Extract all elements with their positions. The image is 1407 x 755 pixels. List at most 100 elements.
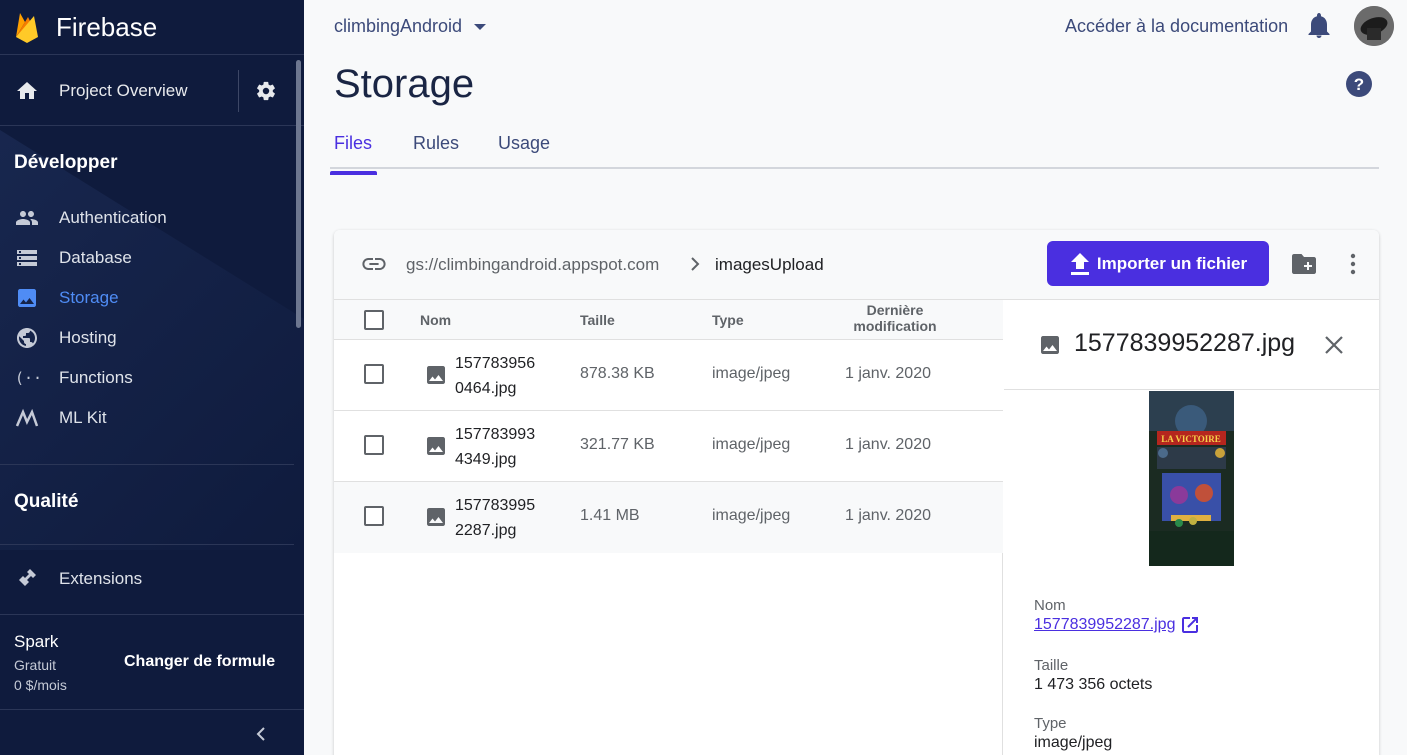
table-row[interactable]: 157783993 4349.jpg 321.77 KB image/jpeg 1… — [334, 411, 1003, 482]
detail-size-label: Taille — [1034, 657, 1069, 674]
row-checkbox[interactable] — [364, 435, 384, 455]
sidebar-item-ml-kit[interactable]: ML Kit — [0, 398, 300, 438]
detail-name-label: Nom — [1034, 597, 1066, 614]
detail-name-link[interactable]: 1577839952287.jpg — [1034, 616, 1199, 634]
upload-button-label: Importer un fichier — [1096, 253, 1248, 273]
user-avatar[interactable] — [1354, 6, 1394, 46]
current-folder[interactable]: imagesUpload — [715, 255, 824, 275]
dropdown-caret-icon — [474, 23, 487, 30]
detail-header: 1577839952287.jpg — [1004, 300, 1379, 390]
app-name: Firebase — [56, 11, 158, 42]
globe-icon — [15, 326, 39, 350]
settings-gear-icon[interactable] — [255, 80, 277, 102]
column-size-header[interactable]: Taille — [580, 312, 615, 328]
chevron-right-icon — [691, 257, 700, 271]
upload-file-button[interactable]: Importer un fichier — [1047, 241, 1269, 286]
bucket-path[interactable]: gs://climbingandroid.appspot.com — [406, 255, 659, 275]
table-row-selected[interactable]: 157783995 2287.jpg 1.41 MB image/jpeg 1 j… — [334, 482, 1003, 553]
sidebar-item-label: Extensions — [59, 569, 143, 588]
plan-name: Spark — [14, 632, 59, 651]
tab-rules[interactable]: Rules — [413, 133, 459, 154]
sidebar-item-label: ML Kit — [59, 408, 107, 427]
more-options-icon[interactable] — [1344, 252, 1362, 276]
sidebar-item-label: Database — [59, 248, 132, 267]
sidebar-item-hosting[interactable]: Hosting — [0, 318, 300, 358]
file-name-line2: 0464.jpg — [455, 380, 517, 397]
file-name[interactable]: 157783956 0464.jpg — [455, 351, 555, 401]
storage-icon — [15, 286, 39, 310]
change-plan-button[interactable]: Changer de formule — [124, 653, 275, 671]
create-folder-icon[interactable] — [1291, 252, 1317, 276]
column-type-header[interactable]: Type — [712, 312, 744, 328]
extensions-icon — [15, 567, 39, 591]
sidebar-divider — [0, 464, 294, 465]
file-type: image/jpeg — [712, 507, 791, 524]
detail-size-value: 1 473 356 octets — [1034, 676, 1153, 693]
sidebar: Firebase Project Overview Développer Aut… — [0, 0, 304, 755]
file-name-line1: 157783956 — [455, 355, 536, 372]
sidebar-item-extensions[interactable]: Extensions — [0, 559, 300, 599]
database-icon — [15, 246, 39, 270]
storage-tabs: Files Rules Usage — [330, 126, 1379, 175]
file-browser-toolbar: gs://climbingandroid.appspot.com imagesU… — [334, 230, 1379, 300]
overview-divider — [238, 70, 239, 112]
sidebar-item-label: Hosting — [59, 328, 117, 347]
project-overview-row: Project Overview — [0, 56, 304, 126]
column-modified-line1: Dernière — [866, 302, 924, 318]
home-icon — [17, 81, 37, 99]
sidebar-item-database[interactable]: Database — [0, 238, 300, 278]
firebase-brand[interactable]: Firebase — [0, 0, 304, 55]
avatar-image — [1354, 6, 1394, 46]
documentation-link[interactable]: Accéder à la documentation — [1065, 16, 1288, 37]
file-name[interactable]: 157783995 2287.jpg — [455, 493, 555, 543]
project-overview-link[interactable]: Project Overview — [59, 81, 187, 101]
select-all-checkbox[interactable] — [364, 310, 384, 330]
preview-banner-text: LA VICTOIRE — [1161, 434, 1220, 444]
detail-title: 1577839952287.jpg — [1074, 329, 1296, 357]
file-name-line2: 4349.jpg — [455, 451, 517, 468]
sidebar-item-functions[interactable]: (···) Functions — [0, 358, 300, 398]
functions-icon: (···) — [15, 366, 39, 390]
row-checkbox[interactable] — [364, 506, 384, 526]
plan-block: Spark Gratuit 0 $/mois Changer de formul… — [0, 614, 304, 709]
sidebar-divider — [0, 544, 294, 545]
file-browser-card: gs://climbingandroid.appspot.com imagesU… — [334, 230, 1379, 755]
tab-files[interactable]: Files — [330, 133, 377, 175]
detail-type-label: Type — [1034, 715, 1067, 732]
sidebar-scrollbar[interactable] — [296, 60, 301, 328]
project-name: climbingAndroid — [334, 16, 463, 36]
sidebar-item-storage[interactable]: Storage — [0, 278, 300, 318]
mlkit-icon — [15, 406, 39, 430]
row-checkbox[interactable] — [364, 364, 384, 384]
detail-type-value: image/jpeg — [1034, 734, 1113, 751]
svg-text:(···): (···) — [15, 369, 39, 387]
file-name-line1: 157783993 — [455, 426, 536, 443]
link-icon[interactable] — [360, 252, 388, 276]
file-size: 321.77 KB — [580, 436, 655, 453]
active-tab-indicator — [330, 171, 377, 175]
file-name[interactable]: 157783993 4349.jpg — [455, 422, 555, 472]
sidebar-item-authentication[interactable]: Authentication — [0, 198, 300, 238]
preview-image: LA VICTOIRE — [1149, 391, 1234, 566]
project-selector[interactable]: climbingAndroid — [334, 16, 487, 37]
tab-label: Files — [334, 133, 373, 153]
help-icon[interactable]: ? — [1346, 71, 1372, 97]
table-header: Nom Taille Type Dernière modification — [334, 300, 1003, 340]
section-develop-title[interactable]: Développer — [14, 152, 117, 174]
close-icon[interactable] — [1324, 335, 1344, 355]
section-quality-title[interactable]: Qualité — [14, 491, 78, 513]
image-preview[interactable]: LA VICTOIRE — [1149, 391, 1234, 566]
sidebar-item-label: Authentication — [59, 208, 167, 227]
column-name-header[interactable]: Nom — [420, 312, 451, 328]
file-detail-panel: 1577839952287.jpg LA VICTOIRE Nom 157783… — [1004, 300, 1379, 755]
notifications-bell-icon[interactable] — [1307, 13, 1331, 39]
collapse-sidebar-button[interactable] — [0, 709, 304, 755]
file-size: 878.38 KB — [580, 365, 655, 382]
tab-usage[interactable]: Usage — [498, 133, 550, 154]
file-name-line1: 157783995 — [455, 497, 536, 514]
column-modified-header[interactable]: Dernière modification — [838, 302, 952, 334]
file-modified: 1 janv. 2020 — [845, 436, 931, 453]
firebase-logo-icon — [16, 13, 38, 43]
file-type: image/jpeg — [712, 365, 791, 382]
table-row[interactable]: 157783956 0464.jpg 878.38 KB image/jpeg 1… — [334, 340, 1003, 411]
